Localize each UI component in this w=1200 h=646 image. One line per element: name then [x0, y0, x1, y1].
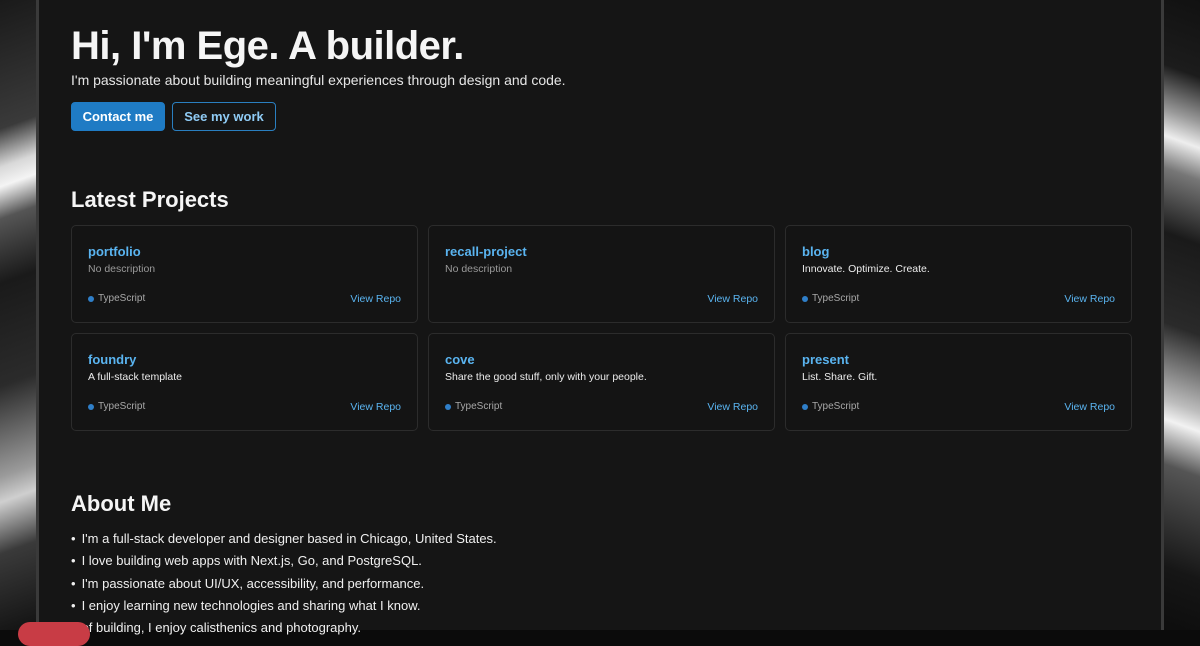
view-repo-link[interactable]: View Repo: [707, 293, 758, 305]
language-dot-icon: [802, 403, 808, 410]
main-panel: Hi, I'm Ege. A builder. I'm passionate a…: [36, 0, 1164, 635]
project-name-link[interactable]: portfolio: [88, 244, 141, 259]
view-repo-link[interactable]: View Repo: [350, 401, 401, 413]
view-repo-link[interactable]: View Repo: [707, 401, 758, 413]
hero-title: Hi, I'm Ege. A builder.: [71, 24, 464, 68]
language-dot-icon: [445, 403, 451, 410]
project-language: TypeScript: [802, 293, 859, 304]
project-description: Innovate. Optimize. Create.: [802, 263, 930, 275]
about-heading: About Me: [71, 491, 172, 516]
language-label: TypeScript: [812, 293, 860, 304]
language-dot-icon: [88, 295, 94, 302]
background-left-art: [0, 0, 40, 630]
about-list: I'm a full-stack developer and designer …: [71, 528, 497, 639]
project-description: No description: [445, 263, 513, 275]
language-label: TypeScript: [98, 293, 146, 304]
about-item: I enjoy learning new technologies and sh…: [71, 595, 497, 617]
project-card-blog: blog Innovate. Optimize. Create. TypeScr…: [785, 225, 1132, 323]
language-dot-icon: [88, 403, 94, 410]
project-name-link[interactable]: foundry: [88, 352, 136, 367]
language-label: TypeScript: [812, 401, 860, 412]
project-language: TypeScript: [445, 401, 502, 412]
contact-me-button[interactable]: Contact me: [71, 102, 165, 131]
about-item: I love building web apps with Next.js, G…: [71, 550, 497, 572]
view-repo-link[interactable]: View Repo: [1064, 401, 1115, 413]
project-name-link[interactable]: cove: [445, 352, 475, 367]
project-name-link[interactable]: recall-project: [445, 244, 527, 259]
language-label: TypeScript: [98, 401, 146, 412]
project-card-portfolio: portfolio No description TypeScript View…: [71, 225, 418, 323]
projects-heading: Latest Projects: [71, 187, 229, 212]
see-my-work-button[interactable]: See my work: [172, 102, 276, 131]
language-label: TypeScript: [455, 401, 503, 412]
project-card-cove: cove Share the good stuff, only with you…: [428, 333, 775, 431]
hero-subtitle: I'm passionate about building meaningful…: [71, 72, 566, 88]
background-right-art: [1160, 0, 1200, 630]
about-item: I'm passionate about UI/UX, accessibilit…: [71, 573, 497, 595]
project-card-present: present List. Share. Gift. TypeScript Vi…: [785, 333, 1132, 431]
project-description: List. Share. Gift.: [802, 371, 878, 383]
project-language: TypeScript: [88, 401, 145, 412]
project-description: No description: [88, 263, 156, 275]
about-item: I'm a full-stack developer and designer …: [71, 528, 497, 550]
language-dot-icon: [802, 295, 808, 302]
project-grid: portfolio No description TypeScript View…: [71, 225, 1132, 431]
project-card-recall-project: recall-project No description View Repo: [428, 225, 775, 323]
project-language: TypeScript: [802, 401, 859, 412]
project-name-link[interactable]: blog: [802, 244, 829, 259]
project-language: TypeScript: [88, 293, 145, 304]
view-repo-link[interactable]: View Repo: [1064, 293, 1115, 305]
project-description: A full-stack template: [88, 371, 182, 383]
project-card-foundry: foundry A full-stack template TypeScript…: [71, 333, 418, 431]
about-item: of building, I enjoy calisthenics and ph…: [71, 617, 497, 639]
project-description: Share the good stuff, only with your peo…: [445, 371, 647, 383]
project-name-link[interactable]: present: [802, 352, 849, 367]
floating-badge[interactable]: [18, 622, 90, 646]
view-repo-link[interactable]: View Repo: [350, 293, 401, 305]
